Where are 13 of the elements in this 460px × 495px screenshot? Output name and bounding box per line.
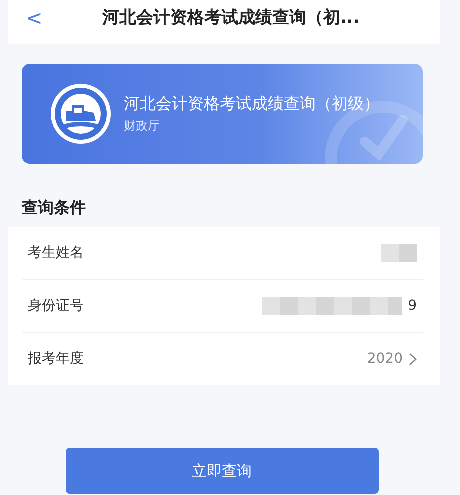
page-title: 河北会计资格考试成绩查询（初... xyxy=(102,6,360,28)
back-button[interactable]: < xyxy=(26,6,43,30)
field-label: 身份证号 xyxy=(28,297,84,315)
field-value[interactable]: 2020 xyxy=(367,351,403,367)
section-title: 查询条件 xyxy=(22,198,86,219)
banner-subtitle: 财政厅 xyxy=(124,118,161,134)
banner-title: 河北会计资格考试成绩查询（初级） xyxy=(124,94,380,114)
chevron-icon xyxy=(409,352,417,366)
emblem-logo xyxy=(50,83,112,145)
submit-button[interactable]: 立即查询 xyxy=(66,448,378,494)
field-label: 报考年度 xyxy=(28,350,84,368)
field-label: 考生姓名 xyxy=(28,244,84,262)
field-value: 9 xyxy=(408,298,417,314)
